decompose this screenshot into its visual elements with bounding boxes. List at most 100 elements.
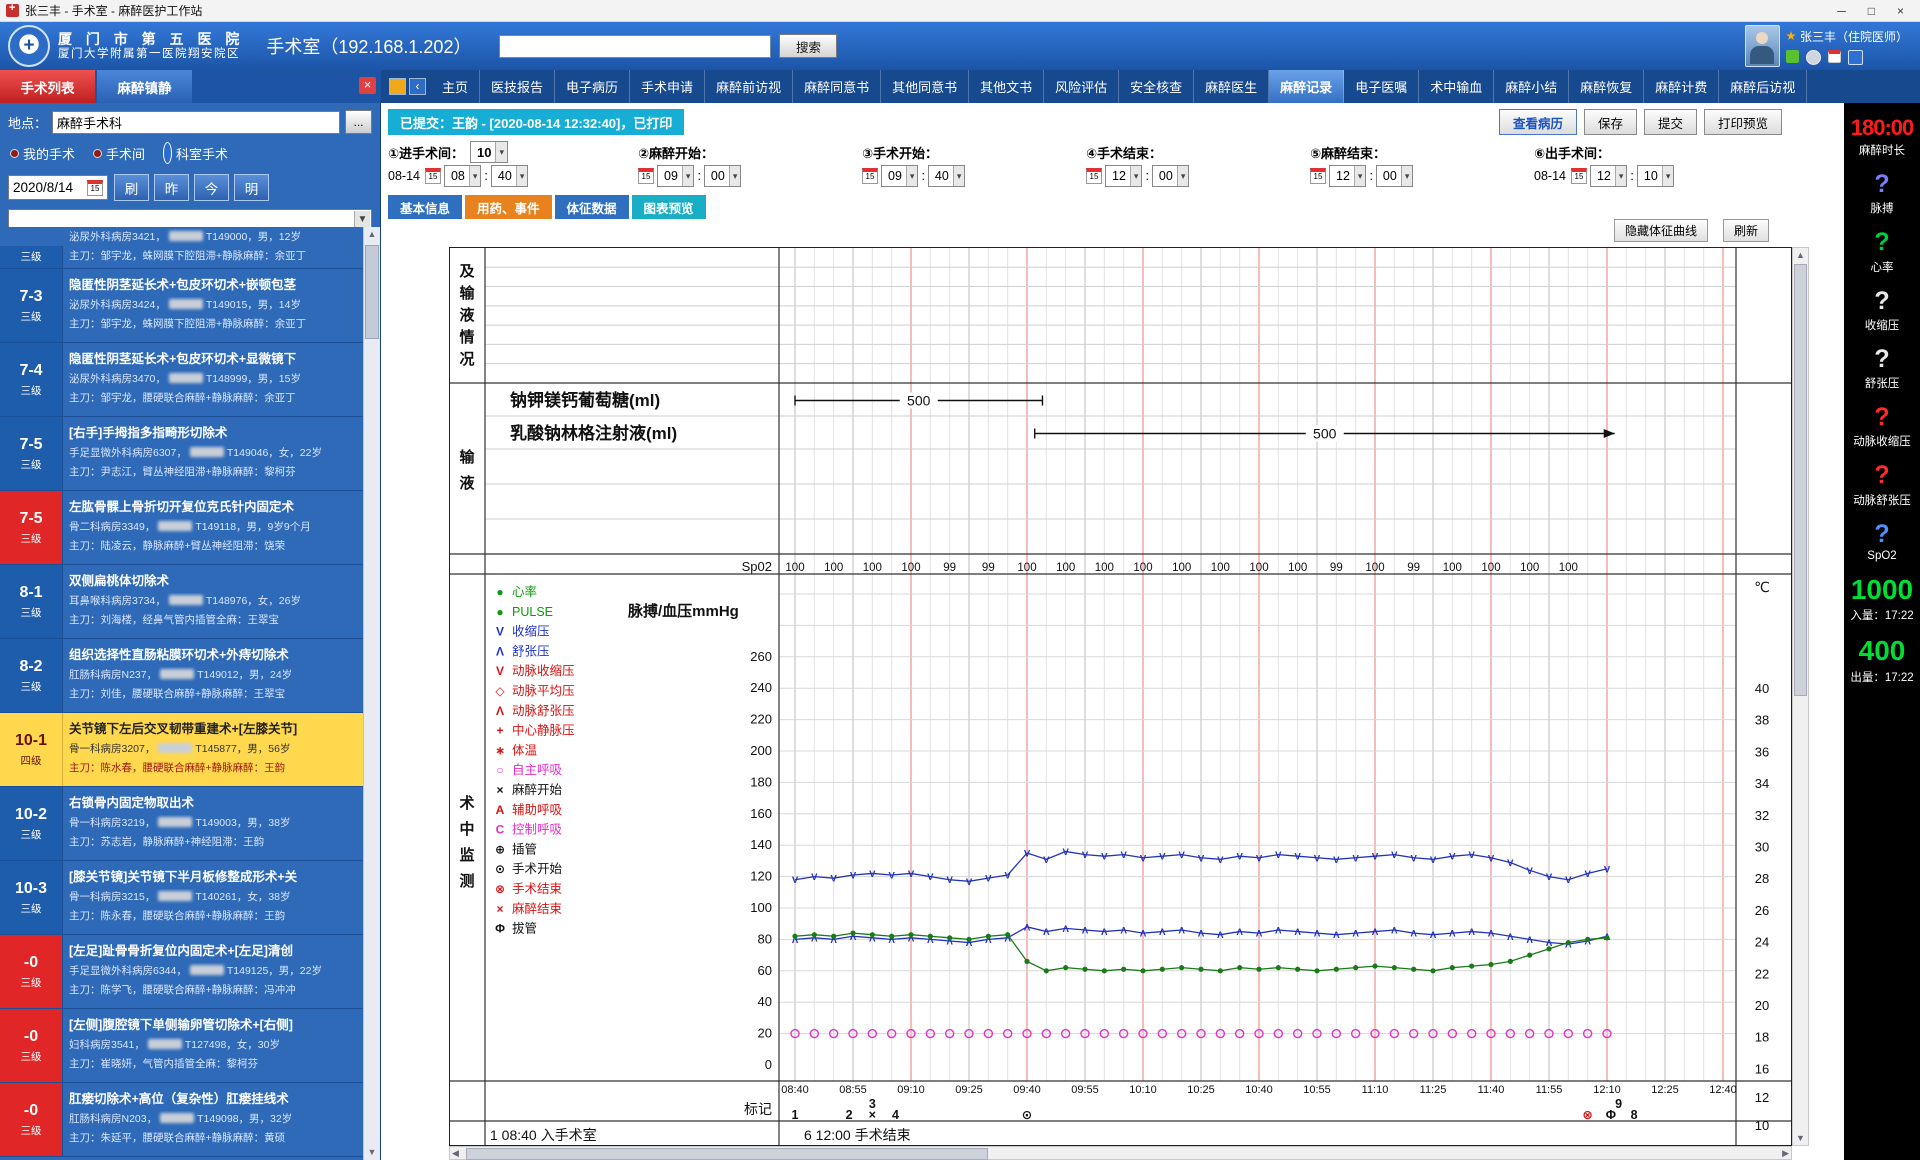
calendar-icon[interactable]: 15 [638, 168, 654, 184]
minute-select[interactable]: 00▾ [1152, 165, 1189, 187]
scrollbar-thumb[interactable] [466, 1148, 988, 1160]
close-panel-icon[interactable]: × [359, 77, 376, 94]
scroll-up-icon[interactable]: ▲ [364, 227, 380, 242]
main-tab-2[interactable]: 电子病历 [555, 70, 630, 103]
date-button-3[interactable]: 明 [234, 174, 269, 201]
sidebar-scrollbar[interactable]: ▲ ▼ [363, 227, 380, 1160]
svg-text:脉搏/血压mmHg: 脉搏/血压mmHg [627, 602, 739, 620]
minute-select[interactable]: 00▾ [704, 165, 741, 187]
redacted-name [169, 595, 203, 605]
main-tab-14[interactable]: 麻醉小结 [1494, 70, 1569, 103]
main-tab-5[interactable]: 麻醉同意书 [793, 70, 881, 103]
surgery-list-item[interactable]: 7-5三级左肱骨髁上骨折切开复位克氏针内固定术骨二科病房3349，T149118… [0, 491, 363, 565]
date-input[interactable]: 2020/8/14 15 [8, 175, 108, 200]
main-tab-6[interactable]: 其他同意书 [881, 70, 969, 103]
minute-select[interactable]: 40▾ [491, 165, 528, 187]
subtab-3[interactable]: 图表预览 [632, 195, 706, 219]
subtab-2[interactable]: 体征数据 [555, 195, 629, 219]
subtab-1[interactable]: 用药、事件 [465, 195, 552, 219]
message-icon[interactable] [1786, 50, 1799, 63]
main-tab-7[interactable]: 其他文书 [969, 70, 1044, 103]
surgery-list-item[interactable]: 8-1三级双侧扁桃体切除术耳鼻喉科病房3734，T148976，女，26岁主刀：… [0, 565, 363, 639]
surgery-list-item[interactable]: -0三级肛瘘切除术+高位（复杂性）肛瘘挂线术肛肠科病房N203，T149098，… [0, 1083, 363, 1157]
close-button[interactable]: × [1897, 4, 1904, 18]
main-tab-10[interactable]: 麻醉医生 [1194, 70, 1269, 103]
hour-select[interactable]: 12▾ [1105, 165, 1142, 187]
maximize-button[interactable]: □ [1868, 4, 1875, 18]
main-tab-15[interactable]: 麻醉恢复 [1569, 70, 1644, 103]
main-tab-0[interactable]: 主页 [431, 70, 480, 103]
calendar-icon[interactable]: 15 [1571, 168, 1587, 184]
date-button-1[interactable]: 昨 [154, 174, 189, 201]
minute-select[interactable]: 40▾ [928, 165, 965, 187]
calendar-icon[interactable]: 15 [1086, 168, 1102, 184]
hour-select[interactable]: 09▾ [657, 165, 694, 187]
hour-select[interactable]: 12▾ [1329, 165, 1366, 187]
scope-radio-0[interactable]: 我的手术 [10, 144, 75, 163]
tab-anesthesia-sedation[interactable]: 麻醉镇静 [97, 70, 192, 103]
view-record-button[interactable]: 查看病历 [1499, 109, 1577, 135]
calendar-icon[interactable]: 15 [862, 168, 878, 184]
gear-icon[interactable] [1806, 50, 1821, 65]
minute-select[interactable]: 10▾ [1637, 165, 1674, 187]
surgery-list-item[interactable]: 7-4三级隐匿性阴茎延长术+包皮环切术+显微镜下泌尿外科病房3470，T1489… [0, 343, 363, 417]
calendar-icon[interactable]: 15 [425, 168, 441, 184]
chart-vertical-scrollbar[interactable]: ▲ ▼ [1792, 247, 1809, 1146]
main-tab-4[interactable]: 麻醉前访视 [705, 70, 793, 103]
scrollbar-thumb[interactable] [1794, 264, 1807, 696]
search-button[interactable]: 搜索 [779, 34, 837, 58]
tab-surgery-list[interactable]: 手术列表 [0, 70, 95, 103]
scope-radio-1[interactable]: 手术间 [93, 144, 145, 163]
main-tab-9[interactable]: 安全核查 [1119, 70, 1194, 103]
minimize-button[interactable]: ─ [1837, 4, 1846, 18]
scroll-right-icon[interactable]: ▶ [1782, 1148, 1789, 1159]
room-select[interactable]: 10▾ [470, 141, 508, 163]
surgery-list-item[interactable]: 7-5三级[右手]手拇指多指畸形切除术手足显微外科病房6307，T149046，… [0, 417, 363, 491]
surgery-list-item[interactable]: 三级泌尿外科病房3421，T149000，男，12岁主刀：邹宇龙，蛛网膜下腔阻滞… [0, 227, 363, 269]
surgery-list-item[interactable]: 7-3三级隐匿性阴茎延长术+包皮环切术+嵌顿包茎泌尿外科病房3424，T1490… [0, 269, 363, 343]
scope-radio-2[interactable]: 科室手术 [163, 142, 228, 164]
surgery-list-item[interactable]: 8-2三级组织选择性直肠粘膜环切术+外痔切除术肛肠科病房N237，T149012… [0, 639, 363, 713]
main-tab-13[interactable]: 术中输血 [1419, 70, 1494, 103]
hour-select[interactable]: 12▾ [1590, 165, 1627, 187]
surgery-list-item[interactable]: 10-3三级[膝关节镜]关节镜下半月板修整成形术+关骨一科病房3215，T140… [0, 861, 363, 935]
hide-curves-button[interactable]: 隐藏体征曲线 [1614, 219, 1708, 242]
calendar-icon[interactable] [1828, 50, 1841, 63]
chart-horizontal-scrollbar[interactable]: ◀ ▶ [449, 1146, 1792, 1160]
yellow-square-button[interactable] [389, 78, 406, 95]
surgery-list-item[interactable]: -0三级[左侧]腹腔镜下单侧输卵管切除术+[右侧]妇科病房3541，T12749… [0, 1009, 363, 1083]
main-tab-11[interactable]: 麻醉记录 [1269, 70, 1344, 103]
refresh-button[interactable]: 刷新 [1723, 219, 1769, 242]
main-tab-16[interactable]: 麻醉计费 [1644, 70, 1719, 103]
scrollbar-thumb[interactable] [365, 245, 379, 339]
location-more-button[interactable]: ... [345, 110, 372, 134]
calendar-icon[interactable]: 15 [1310, 168, 1326, 184]
surgery-list-item[interactable]: 10-1四级关节镜下左后交叉韧带重建术+[左膝关节]骨一科病房3207，T145… [0, 713, 363, 787]
scroll-down-icon[interactable]: ▼ [1793, 1131, 1808, 1145]
location-input[interactable] [52, 111, 340, 134]
scroll-up-icon[interactable]: ▲ [1793, 248, 1808, 262]
subtab-0[interactable]: 基本信息 [388, 195, 462, 219]
surgery-list-item[interactable]: 10-2三级右锁骨内固定物取出术骨一科病房3219，T149003，男，38岁主… [0, 787, 363, 861]
print-preview-button[interactable]: 打印预览 [1704, 109, 1782, 135]
minute-select[interactable]: 00▾ [1376, 165, 1413, 187]
main-tab-1[interactable]: 医技报告 [480, 70, 555, 103]
main-tab-8[interactable]: 风险评估 [1044, 70, 1119, 103]
scroll-down-icon[interactable]: ▼ [364, 1145, 380, 1160]
date-button-2[interactable]: 今 [194, 174, 229, 201]
surgery-list-item[interactable]: -0三级[左足]趾骨骨折复位内固定术+[左足]清创手足显微外科病房6344，T1… [0, 935, 363, 1009]
main-tab-12[interactable]: 电子医嘱 [1344, 70, 1419, 103]
hour-select[interactable]: 08▾ [444, 165, 481, 187]
date-button-0[interactable]: 刷 [114, 174, 149, 201]
surgeon-info: 主刀：尹志江，臂丛神经阻滞+静脉麻醉：黎柯芬 [69, 464, 357, 479]
save-icon[interactable] [1848, 50, 1863, 65]
submit-button[interactable]: 提交 [1644, 109, 1697, 135]
scroll-left-icon[interactable]: ◀ [452, 1148, 459, 1159]
hour-select[interactable]: 09▾ [881, 165, 918, 187]
calendar-icon[interactable]: 15 [87, 180, 103, 196]
scroll-left-icon[interactable]: ‹ [409, 78, 426, 95]
search-input[interactable] [499, 35, 771, 58]
save-button[interactable]: 保存 [1584, 109, 1637, 135]
main-tab-3[interactable]: 手术申请 [630, 70, 705, 103]
main-tab-17[interactable]: 麻醉后访视 [1719, 70, 1807, 103]
